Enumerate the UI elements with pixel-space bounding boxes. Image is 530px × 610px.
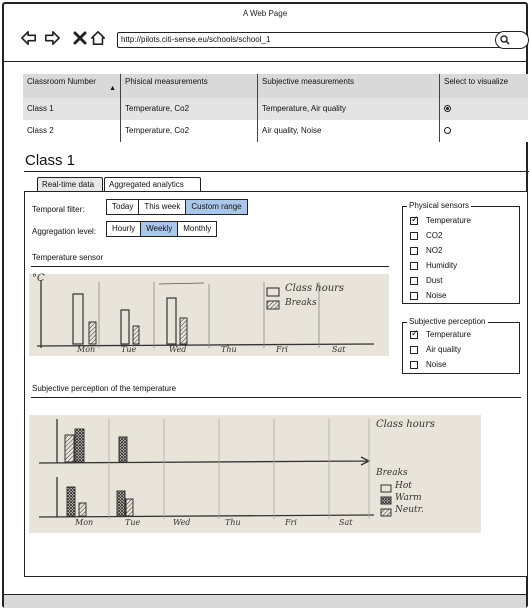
close-icon[interactable]	[72, 30, 88, 46]
checkbox-air-quality[interactable]: Air quality	[410, 345, 461, 354]
temporal-option-custom-range[interactable]: Custom range	[186, 200, 247, 214]
status-bar	[4, 594, 526, 608]
aggregation-option-weekly[interactable]: Weekly	[141, 222, 179, 236]
checkbox-co2[interactable]: CO2	[410, 231, 442, 240]
sketch1-day-thu: Thu	[221, 345, 237, 354]
checkbox-checked-icon[interactable]	[410, 329, 419, 339]
checkbox-no2[interactable]: NO2	[410, 246, 442, 255]
sketch1-day-sat: Sat	[332, 345, 346, 354]
column-header-physical: Phisical measurements	[121, 74, 258, 98]
classroom-table: Classroom Number ▲ Phisical measurements…	[23, 74, 528, 143]
page-title: Class 1	[25, 152, 76, 169]
aggregation-option-monthly[interactable]: Monthly	[178, 222, 216, 236]
sketch1-day-tue: Tue	[121, 345, 137, 354]
toolbar-divider	[4, 61, 526, 62]
sketch2-day-fri: Fri	[285, 518, 297, 527]
perception-sketch: Class hours Breaks Hot Warm Neutr. Mon T…	[29, 415, 481, 533]
aggregation-level-group: Hourly Weekly Monthly	[106, 221, 218, 237]
sketch1-day-wed: Wed	[169, 345, 187, 354]
tab-real-time-data[interactable]: Real-time data	[37, 177, 103, 192]
table-row[interactable]: Class 2 Temperature, Co2 Air quality, No…	[23, 120, 528, 142]
checkbox-unchecked-icon[interactable]	[410, 246, 418, 255]
sketch1-legend-class-hours: Class hours	[285, 283, 345, 294]
sketch2-breaks-label: Breaks	[376, 468, 408, 478]
address-bar[interactable]: http://pilots.citi-sense.eu/schools/scho…	[117, 32, 507, 48]
cell-select	[440, 98, 528, 120]
subjective-perception-legend: Subjective perception	[407, 317, 488, 326]
checkbox-noise[interactable]: Noise	[410, 291, 446, 300]
cell-physical: Temperature, Co2	[121, 120, 258, 142]
aggregation-level-label: Aggregation level:	[32, 227, 97, 236]
sketch2-legend-warm: Warm	[395, 493, 422, 503]
checkbox-unchecked-icon[interactable]	[410, 261, 418, 270]
sketch1-legend-breaks: Breaks	[285, 298, 317, 308]
physical-sensors-legend: Physical sensors	[407, 201, 472, 210]
sort-asc-icon[interactable]: ▲	[109, 84, 116, 93]
sketch1-day-mon: Mon	[77, 345, 96, 354]
checkbox-dust[interactable]: Dust	[410, 276, 442, 285]
select-radio-class-1[interactable]	[444, 105, 451, 113]
browser-toolbar: http://pilots.citi-sense.eu/schools/scho…	[4, 24, 529, 54]
column-header-subjective: Subjective measurements	[258, 74, 440, 98]
temporal-filter-label: Temporal filter:	[32, 205, 85, 214]
table-row[interactable]: Class 1 Temperature, Co2 Temperature, Ai…	[23, 98, 528, 120]
sketch2-legend-neutral: Neutr.	[395, 505, 424, 515]
cell-classroom: Class 1	[23, 98, 121, 120]
cell-select	[440, 120, 528, 142]
physical-sensors-group: Physical sensors Temperature CO2 NO2 Hum…	[402, 201, 520, 304]
sketch2-day-thu: Thu	[225, 518, 241, 527]
checkbox-perceived-noise[interactable]: Noise	[410, 360, 446, 369]
checkbox-unchecked-icon[interactable]	[410, 291, 418, 300]
analytics-panel: Temporal filter: Today This week Custom …	[24, 191, 528, 577]
temporal-filter-group: Today This week Custom range	[106, 199, 248, 215]
select-radio-class-2[interactable]	[444, 127, 451, 135]
cell-subjective: Temperature, Air quality	[258, 98, 440, 120]
table-header: Classroom Number ▲ Phisical measurements…	[23, 74, 528, 98]
column-header-classroom[interactable]: Classroom Number ▲	[23, 74, 121, 98]
temperature-sketch: °C Class hours Breaks Mon Tue Wed Thu Fr…	[29, 273, 389, 356]
checkbox-unchecked-icon[interactable]	[410, 276, 418, 285]
window-title: A Web Page	[242, 9, 288, 18]
browser-window: A Web Page http://pilots.citi-sense.eu/s…	[2, 2, 529, 608]
sketch2-legend-hot: Hot	[395, 481, 412, 491]
back-arrow-icon[interactable]	[21, 30, 37, 46]
temporal-option-this-week[interactable]: This week	[139, 200, 187, 214]
cell-classroom: Class 2	[23, 120, 121, 142]
search-field[interactable]	[495, 31, 529, 49]
sketch2-day-sat: Sat	[339, 518, 353, 527]
checkbox-temperature[interactable]: Temperature	[410, 215, 471, 225]
section-divider	[31, 266, 389, 267]
perception-title: Subjective perception of the temperature	[32, 384, 177, 393]
perception-sketch-drawing	[38, 419, 392, 519]
cell-physical: Temperature, Co2	[121, 98, 258, 120]
temporal-option-today[interactable]: Today	[107, 200, 140, 214]
sketch2-day-wed: Wed	[173, 518, 191, 527]
checkbox-unchecked-icon[interactable]	[410, 231, 418, 240]
checkbox-unchecked-icon[interactable]	[410, 360, 418, 369]
checkbox-perceived-temperature[interactable]: Temperature	[410, 329, 471, 339]
sketch1-day-fri: Fri	[276, 345, 288, 354]
sketch2-day-mon: Mon	[75, 518, 94, 527]
checkbox-unchecked-icon[interactable]	[410, 345, 418, 354]
cell-subjective: Air quality, Noise	[258, 120, 440, 142]
sketch1-y-unit: °C	[32, 273, 45, 284]
temperature-sensor-title: Temperature sensor	[32, 253, 104, 262]
aggregation-option-hourly[interactable]: Hourly	[107, 222, 142, 236]
checkbox-humidity[interactable]: Humidity	[410, 261, 457, 270]
title-divider	[24, 171, 529, 172]
forward-arrow-icon[interactable]	[44, 30, 60, 46]
sketch2-class-hours-label: Class hours	[376, 419, 436, 430]
sketch2-day-tue: Tue	[125, 518, 141, 527]
search-icon	[500, 35, 510, 45]
subjective-perception-group: Subjective perception Temperature Air qu…	[402, 317, 520, 374]
home-icon[interactable]	[90, 30, 106, 46]
column-header-select: Select to visualize	[444, 77, 509, 86]
checkbox-checked-icon[interactable]	[410, 215, 419, 225]
section-divider	[31, 397, 521, 398]
